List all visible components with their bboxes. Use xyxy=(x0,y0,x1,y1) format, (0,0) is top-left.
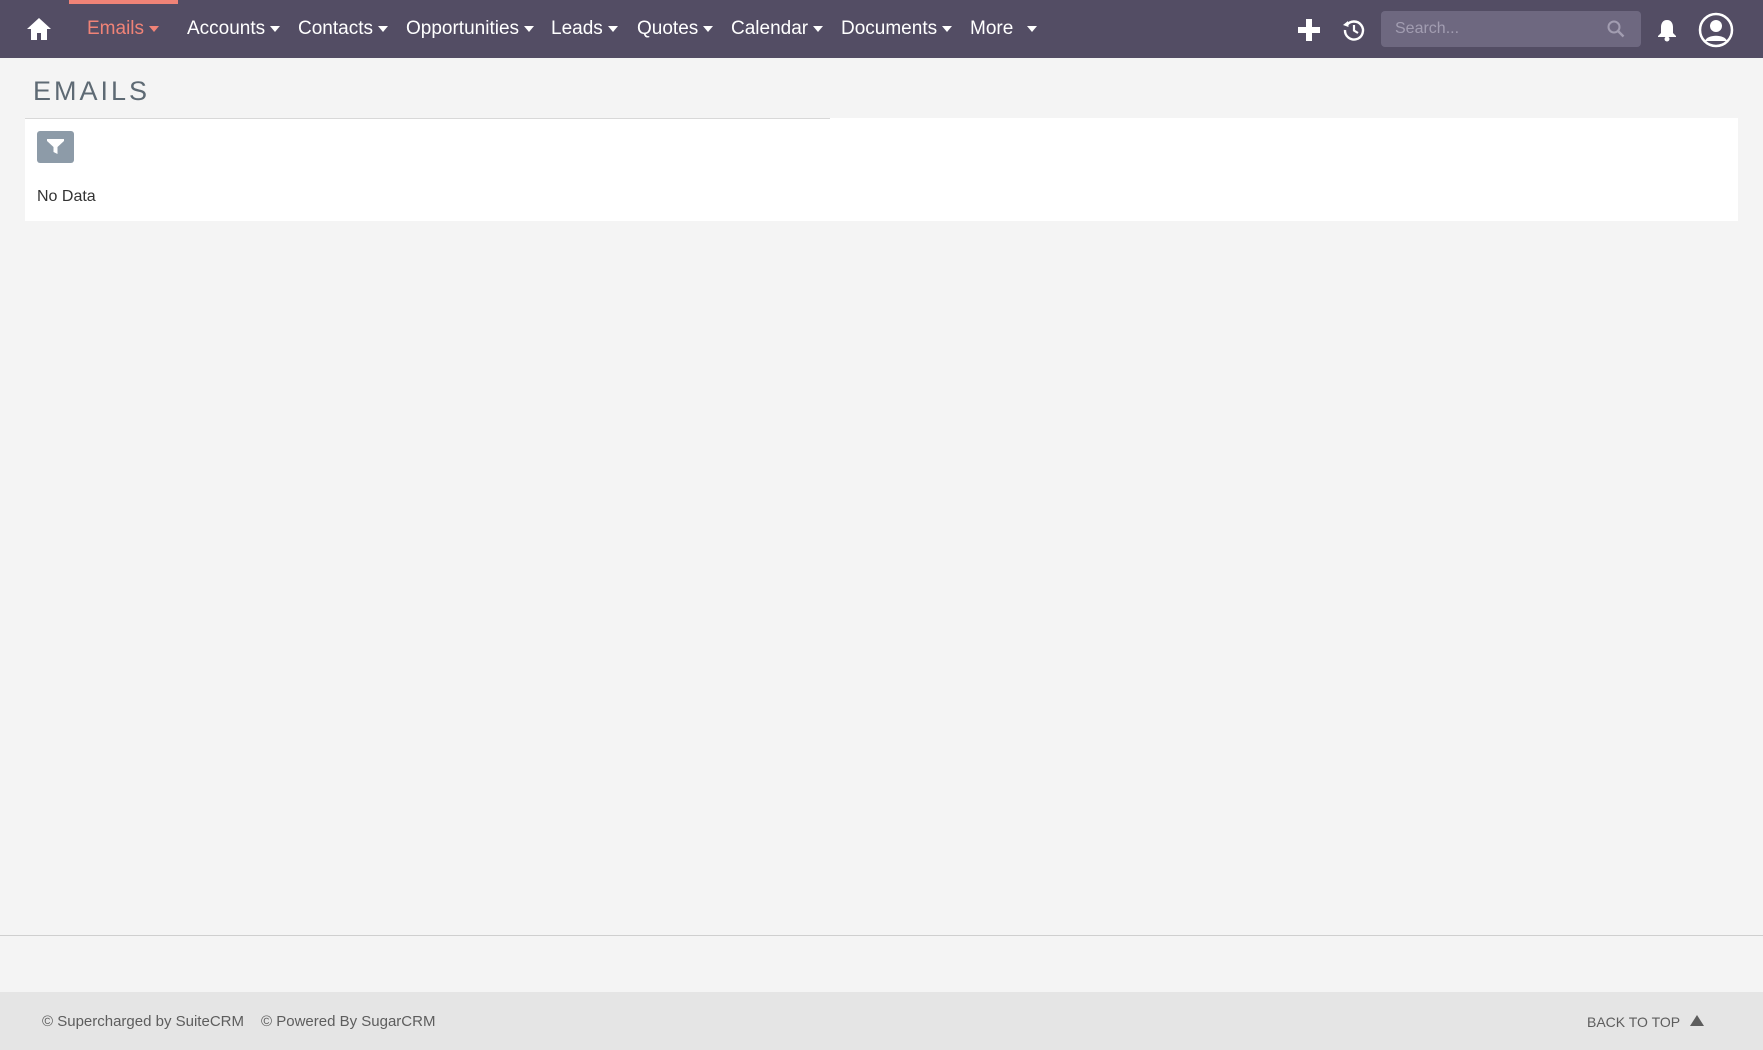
chevron-down-icon xyxy=(607,25,618,32)
nav-item-label: Leads xyxy=(551,18,603,39)
history-icon[interactable] xyxy=(1341,17,1367,43)
divider xyxy=(0,935,1763,936)
chevron-down-icon xyxy=(942,25,953,32)
nav-item-label: Calendar xyxy=(731,18,809,39)
user-circle-icon[interactable] xyxy=(1698,12,1734,48)
chevron-down-icon xyxy=(524,25,535,32)
nav-item-leads[interactable]: Leads xyxy=(551,0,618,58)
filter-button[interactable] xyxy=(37,131,74,163)
chevron-down-icon xyxy=(703,25,714,32)
nav-item-accounts[interactable]: Accounts xyxy=(187,0,281,58)
nav-item-calendar[interactable]: Calendar xyxy=(731,0,824,58)
nav-item-quotes[interactable]: Quotes xyxy=(637,0,714,58)
supercharged-link[interactable]: © Supercharged by SuiteCRM xyxy=(42,1013,244,1030)
powered-by-link[interactable]: © Powered By SugarCRM xyxy=(261,1013,435,1030)
chevron-down-icon xyxy=(149,25,160,32)
chevron-down-icon xyxy=(813,25,824,32)
nav-item-emails[interactable]: Emails xyxy=(87,0,160,58)
chevron-down-icon xyxy=(1027,25,1038,32)
search-icon[interactable] xyxy=(1607,20,1625,38)
nav-item-documents[interactable]: Documents xyxy=(841,0,953,58)
nav-item-label: Opportunities xyxy=(406,18,520,39)
top-navbar: Emails Accounts Contacts Opportunities L… xyxy=(0,0,1763,58)
back-to-top-button[interactable]: BACK TO TOP xyxy=(1587,1014,1705,1030)
page-title: EMAILS xyxy=(33,76,151,106)
nav-item-label: Quotes xyxy=(637,18,699,39)
nav-item-more[interactable]: More xyxy=(970,0,1038,58)
nav-item-label: Contacts xyxy=(298,18,373,39)
plus-icon[interactable] xyxy=(1297,18,1321,42)
nav-item-opportunities[interactable]: Opportunities xyxy=(406,0,535,58)
chevron-down-icon xyxy=(270,25,281,32)
home-icon[interactable] xyxy=(26,16,52,42)
nav-item-label: Emails xyxy=(87,18,145,39)
bell-icon[interactable] xyxy=(1655,18,1679,42)
back-to-top-label: BACK TO TOP xyxy=(1587,1014,1681,1030)
search-box xyxy=(1381,11,1641,47)
arrow-up-icon xyxy=(1690,1015,1705,1026)
nav-item-label: Documents xyxy=(841,18,938,39)
empty-state-text: No Data xyxy=(37,188,96,205)
nav-item-contacts[interactable]: Contacts xyxy=(298,0,388,58)
chevron-down-icon xyxy=(377,25,388,32)
nav-item-label: More xyxy=(970,18,1014,39)
search-input[interactable] xyxy=(1381,11,1609,47)
filter-icon xyxy=(47,139,64,154)
list-view-panel xyxy=(25,118,1738,221)
nav-item-label: Accounts xyxy=(187,18,266,39)
divider xyxy=(25,118,830,119)
